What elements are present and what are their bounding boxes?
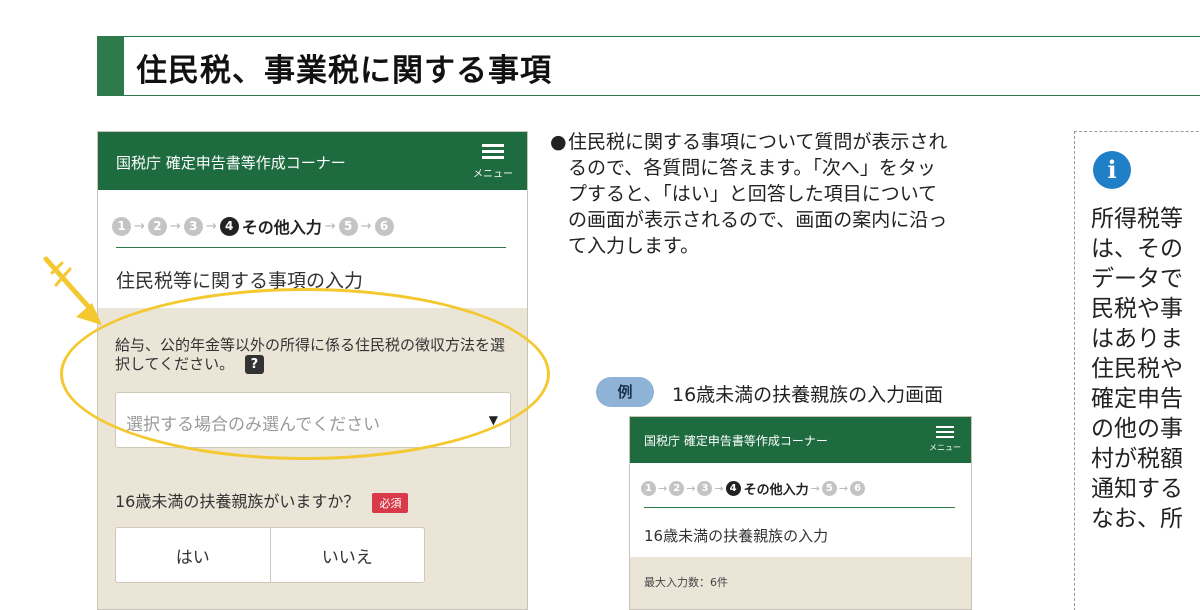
menu-button[interactable]: メニュー (925, 426, 965, 453)
no-button[interactable]: いいえ (269, 528, 425, 582)
app-title: 国税庁 確定申告書等作成コーナー (116, 154, 346, 172)
step-indicator: 1 → 2 → 3 → 4 その他入力 → 5 → 6 (641, 479, 866, 498)
max-entries-note: 最大入力数：6件 (644, 576, 728, 589)
step-arrow-icon: → (134, 218, 145, 234)
step-3: 3 (183, 216, 203, 236)
step-arrow-icon: → (324, 218, 336, 234)
info-line: データで (1091, 266, 1183, 292)
step-3: 3 (697, 481, 713, 496)
info-line: 住民税や (1091, 356, 1183, 382)
info-box: i 所得税等 は、その データで 民税や事 はありま 住民税や 確定申告 の他の… (1074, 131, 1200, 610)
menu-button[interactable]: メニュー (469, 144, 517, 180)
step-5: 5 (821, 481, 837, 496)
step-4-current: 4 その他入力 (725, 479, 809, 498)
step-1: 1 (641, 481, 656, 496)
info-line: 確定申告 (1091, 386, 1183, 412)
info-text: 所得税等 は、その データで 民税や事 はありま 住民税や 確定申告 の他の事 … (1091, 204, 1200, 534)
info-line: は、その (1091, 236, 1183, 262)
question-dependents: 16歳未満の扶養親族がいますか？ 必須 (115, 488, 409, 513)
question-text: 16歳未満の扶養親族がいますか？ (115, 492, 360, 511)
info-line: 所得税等 (1091, 206, 1183, 232)
heading-accent (98, 37, 124, 95)
step-4-current: 4 その他入力 (219, 214, 322, 238)
step-arrow-icon: → (714, 482, 724, 495)
step-indicator: 1 → 2 → 3 → 4 その他入力 → 5 → 6 (112, 214, 394, 238)
info-line: の他の事 (1091, 416, 1183, 442)
form-area: 最大入力数：6件 (630, 557, 971, 609)
info-line: 村が税額 (1091, 446, 1183, 472)
divider (644, 507, 955, 508)
arrow-annotation-icon (43, 256, 102, 325)
section-heading: 住民税、事業税に関する事項 (97, 36, 1200, 96)
step-6: 6 (374, 216, 394, 236)
step-arrow-icon: → (838, 482, 849, 495)
step-arrow-icon: → (810, 482, 820, 495)
step-arrow-icon: → (658, 482, 668, 495)
menu-label: メニュー (929, 443, 961, 452)
info-line: なお、所 (1091, 506, 1183, 532)
phone-screenshot-example: 国税庁 確定申告書等作成コーナー メニュー 1 → 2 → 3 → 4 その他入力… (629, 416, 972, 610)
app-header: 国税庁 確定申告書等作成コーナー メニュー (98, 132, 527, 190)
step-2: 2 (669, 481, 685, 496)
step-1: 1 (112, 216, 131, 236)
info-icon: i (1093, 151, 1131, 189)
hamburger-icon (936, 426, 954, 439)
hamburger-icon (482, 144, 504, 160)
app-title: 国税庁 確定申告書等作成コーナー (644, 434, 828, 448)
info-line: 民税や事 (1091, 296, 1183, 322)
step-arrow-icon: → (169, 218, 181, 234)
app-header: 国税庁 確定申告書等作成コーナー メニュー (630, 417, 971, 463)
section-title: 住民税、事業税に関する事項 (136, 53, 552, 89)
info-line: 通知する (1091, 476, 1183, 502)
step-6: 6 (850, 481, 866, 496)
example-caption: 16歳未満の扶養親族の入力画面 (672, 384, 944, 406)
example-badge: 例 (596, 377, 654, 407)
step-arrow-icon: → (686, 482, 696, 495)
yes-no-toggle: はい いいえ (115, 527, 425, 583)
page-title: 16歳未満の扶養親族の入力 (644, 527, 829, 545)
step-5: 5 (338, 216, 358, 236)
menu-label: メニュー (473, 169, 513, 180)
step-arrow-icon: → (205, 218, 217, 234)
step-arrow-icon: → (360, 218, 372, 234)
step-2: 2 (147, 216, 167, 236)
divider (116, 247, 506, 248)
info-line: はありま (1091, 326, 1183, 352)
bullet-icon: ● (550, 131, 567, 153)
yes-button[interactable]: はい (116, 528, 270, 582)
highlight-circle (60, 288, 550, 460)
explanation-text: 住民税に関する事項について質問が表示されるので、各質問に答えます。「次へ」をタッ… (568, 131, 948, 257)
required-badge: 必須 (372, 492, 409, 513)
